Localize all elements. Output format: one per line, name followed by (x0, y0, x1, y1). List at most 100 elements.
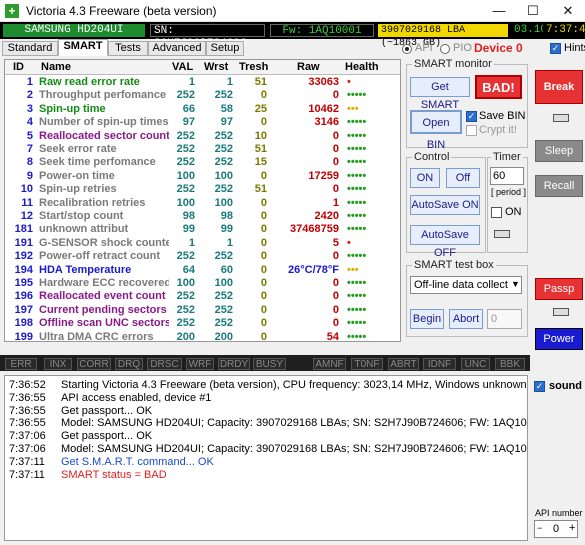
table-row[interactable]: 198 Offline scan UNC sectors 252 252 0 0 ••••• (5, 317, 400, 330)
attr-worst: 252 (214, 183, 233, 196)
attr-raw: 10462 (308, 102, 339, 115)
table-row[interactable]: 8 Seek time perfomance 252 252 15 0 ••••• (5, 156, 400, 169)
close-button[interactable]: ✕ (551, 0, 585, 22)
status-flag: ERR (5, 358, 37, 370)
attr-id: 12 (20, 210, 33, 222)
event-log[interactable]: 7:36:52 Starting Victoria 4.3 Freeware (b… (4, 375, 528, 541)
table-row[interactable]: 12 Start/stop count 98 98 0 2420 ••••• (5, 210, 400, 223)
tab-advanced[interactable]: Advanced (148, 41, 206, 56)
attr-raw: 0 (332, 183, 339, 196)
status-flag: DRSC (147, 358, 182, 370)
table-row[interactable]: 11 Recalibration retries 100 100 0 1 ••••• (5, 197, 400, 210)
save-bin-checkbox[interactable]: ✓ (466, 111, 477, 122)
table-row[interactable]: 9 Power-on time 100 100 0 17259 ••••• (5, 170, 400, 183)
control-on-button[interactable]: ON (410, 168, 440, 188)
table-row[interactable]: 2 Throughput perfomance 252 252 0 0 ••••• (5, 89, 400, 102)
table-row[interactable]: 181 unknown attribut 99 99 0 37468759 ••••• (5, 223, 400, 236)
attr-tresh: 10 (254, 129, 267, 142)
table-row[interactable]: 195 Hardware ECC recovered 100 100 0 0 ••••• (5, 277, 400, 290)
tab-tests[interactable]: Tests (108, 41, 148, 56)
control-off-button[interactable]: Off (446, 168, 480, 188)
table-row[interactable]: 1 Raw read error rate 1 1 51 33063 • (5, 76, 400, 89)
autosave-off-button[interactable]: AutoSave OFF (410, 225, 480, 259)
power-button[interactable]: Power (535, 328, 583, 350)
attr-health: ••••• (347, 223, 367, 236)
attr-name: Seek time perfomance (39, 156, 156, 169)
recall-button[interactable]: Recall (535, 175, 583, 197)
attr-raw: 0 (332, 129, 339, 142)
tab-standard[interactable]: Standard (2, 41, 58, 56)
attr-raw: 0 (332, 250, 339, 263)
break-all-button[interactable]: Break All (535, 70, 583, 125)
pio-radio[interactable] (440, 44, 450, 54)
increment-icon[interactable]: + (569, 522, 575, 534)
autosave-on-button[interactable]: AutoSave ON (410, 195, 480, 215)
attr-val: 252 (176, 89, 195, 102)
attr-val: 64 (182, 263, 195, 276)
attr-tresh: 51 (254, 183, 267, 196)
table-row[interactable]: 4 Number of spin-up times 97 97 0 3146 ••••• (5, 116, 400, 129)
timer-input[interactable]: 60 (490, 167, 524, 185)
attr-tresh: 0 (260, 263, 267, 276)
table-row[interactable]: 7 Seek error rate 252 252 51 0 ••••• (5, 143, 400, 156)
attr-id: 198 (14, 317, 33, 330)
table-row[interactable]: 3 Spin-up time 66 58 25 10462 ••• (5, 103, 400, 116)
attr-raw: 0 (332, 290, 339, 303)
table-row[interactable]: 194 HDA Temperature 64 60 0 26°C/78°F ••• (5, 264, 400, 277)
table-row[interactable]: 5 Reallocated sector count 252 252 10 0 ••••• (5, 130, 400, 143)
attr-health: ••• (347, 102, 359, 115)
lba-field: 3907029168 LBA (~1863 GB) (378, 24, 508, 49)
tab-smart[interactable]: SMART (58, 39, 108, 56)
attr-health: ••••• (347, 116, 367, 129)
table-row[interactable]: 191 G-SENSOR shock counter 1 1 0 5 • (5, 237, 400, 250)
test-type-value: Off-line data collect (414, 279, 508, 291)
attr-name: Throughput perfomance (39, 89, 167, 102)
api-radio[interactable] (402, 44, 412, 54)
table-row[interactable]: 10 Spin-up retries 252 252 51 0 ••••• (5, 183, 400, 196)
abort-button[interactable]: Abort (449, 309, 483, 329)
attr-val: 252 (176, 317, 195, 330)
attr-id: 1 (26, 76, 33, 88)
tab-setup[interactable]: Setup (206, 41, 244, 56)
table-row[interactable]: 197 Current pending sectors 252 252 0 0 ••••• (5, 304, 400, 317)
attr-tresh: 0 (260, 116, 267, 129)
table-row[interactable]: 196 Reallocated event count 252 252 0 0 ••••• (5, 290, 400, 303)
sound-checkbox[interactable]: ✓ (534, 381, 545, 392)
passp-button[interactable]: Passp (535, 278, 583, 300)
attr-name: Hardware ECC recovered (39, 277, 169, 289)
attr-id: 192 (14, 250, 33, 263)
get-smart-button[interactable]: Get SMART (410, 77, 470, 111)
decrement-icon[interactable]: − (537, 523, 542, 533)
attr-health: ••• (347, 263, 359, 276)
api-number-stepper[interactable]: − 0 + (534, 520, 578, 538)
header-name: Name (41, 61, 71, 73)
sleep-button[interactable]: Sleep (535, 140, 583, 162)
attr-id: 10 (20, 183, 33, 196)
attr-name: Start/stop count (39, 210, 124, 222)
crypt-label: Crypt it! (479, 124, 517, 136)
attr-tresh: 0 (260, 277, 267, 289)
attr-raw: 54 (326, 330, 339, 342)
attr-name: Raw read error rate (39, 76, 140, 88)
attr-worst: 60 (220, 263, 233, 276)
test-type-select[interactable]: Off-line data collect ▼ (410, 276, 522, 294)
test-value-input[interactable]: 0 (487, 309, 522, 329)
attr-name: Seek error rate (39, 143, 117, 155)
log-line: 7:36:55 Model: SAMSUNG HD204UI; Capacity:… (5, 417, 527, 430)
attr-worst: 58 (220, 102, 233, 115)
open-bin-button[interactable]: Open BIN (410, 110, 462, 151)
attr-val: 66 (182, 102, 195, 115)
log-line: 7:36:55 Get passport... OK (5, 405, 525, 418)
table-row[interactable]: 199 Ultra DMA CRC errors 200 200 0 54 ••••• (5, 330, 400, 342)
maximize-button[interactable]: ☐ (516, 0, 550, 22)
begin-button[interactable]: Begin (410, 309, 444, 329)
minimize-button[interactable]: — (482, 0, 516, 22)
attr-worst: 252 (214, 143, 233, 155)
attr-name: Spin-up retries (39, 183, 117, 196)
table-row[interactable]: 192 Power-off retract count 252 252 0 0 ••••• (5, 250, 400, 263)
hints-checkbox[interactable]: ✓ (550, 43, 561, 54)
timer-on-checkbox[interactable] (491, 207, 502, 218)
crypt-checkbox[interactable] (466, 125, 477, 136)
log-message: Get passport... OK (61, 430, 153, 443)
attr-tresh: 0 (260, 236, 267, 249)
